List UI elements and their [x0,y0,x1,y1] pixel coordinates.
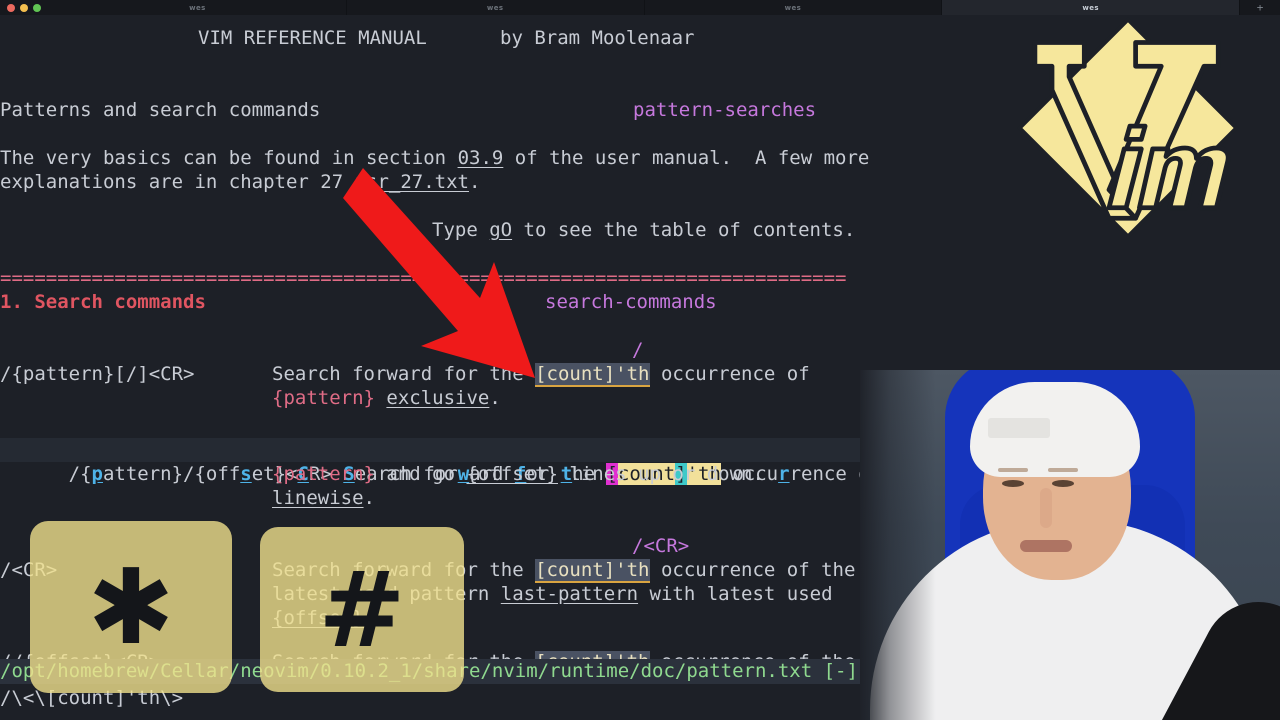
doc-intro-line-2: explanations are in chapter 27 usr_27.tx… [0,170,480,194]
terminal-tab-3[interactable]: wes [644,0,943,15]
window-tab-bar: wes wes wes wes + [0,0,1280,15]
doc-section-title: Patterns and search commands [0,98,320,122]
doc-heading-1-tag: search-commands [545,290,717,314]
toc-post: to see the table of contents. [512,219,856,241]
entry-1-cont-space [375,387,386,409]
intro-2-ref-usr-27[interactable]: usr_27.txt [355,171,469,193]
entry-2-cont: {pattern} and go {offset} lines up or do… [272,462,764,486]
entry-3-tag: /<CR> [632,534,689,558]
entry-2-pattern-token: {pattern} [272,463,375,485]
entry-3-tag-text: /<CR> [632,535,690,557]
flash-hint-s[interactable]: s [240,463,251,485]
entry-1-lhs-text: /{pattern}[/]<CR> [0,363,195,385]
close-window-button[interactable] [7,3,15,12]
entry-2-cont2-end: . [363,487,375,509]
terminal-tab-4-active[interactable]: wes [942,0,1240,15]
entry-2-cont-2: linewise. [272,486,375,510]
doc-header-author: by Bram Moolenaar [500,27,695,49]
toc-ref-gO[interactable]: gO [489,219,512,241]
hash-icon: # [318,548,406,671]
intro-1-ref-03-9[interactable]: 03.9 [458,147,504,169]
terminal-tab-1[interactable]: wes [49,0,347,15]
intro-2-pre: explanations are in chapter 27 [0,171,355,193]
flash-hint-r[interactable]: r [778,463,789,485]
entry-1-cont-end: . [489,387,501,409]
entry-2-lhs-mid1: attern}/{off [102,463,241,485]
entry-1-desc-pre: Search forward for the [272,363,536,385]
keycap-asterisk: ✱ [30,521,232,693]
doc-section-rule-text: ========================================… [0,267,847,289]
doc-header-title: VIM REFERENCE MANUAL [198,27,427,49]
entry-1-pattern-token: {pattern} [272,387,375,409]
doc-section-title-text: Patterns and search commands [0,99,321,121]
entry-1-cont: {pattern} exclusive. [272,386,501,410]
entry-3-cont-post: with latest used [638,583,833,605]
entry-3-ref-last-pattern[interactable]: last-pattern [501,583,638,605]
doc-toc-hint: Type gO to see the table of contents. [432,218,855,242]
doc-heading-1-text: 1. Search commands [0,291,206,313]
new-tab-button[interactable]: + [1240,0,1280,15]
doc-section-tag-text: pattern-searches [633,99,817,121]
entry-1-lhs: /{pattern}[/]<CR> [0,362,194,386]
doc-intro-line-1: The very basics can be found in section … [0,146,869,170]
entry-2-desc-6: rence o [789,463,870,485]
entry-1-desc-post: occurrence of [649,363,810,385]
entry-2-lhs-pre: /{ [68,463,92,485]
doc-heading-1: 1. Search commands [0,290,206,314]
entry-3-desc-post: occurrence of the [649,559,856,581]
maximize-window-button[interactable] [33,3,41,12]
doc-heading-1-tag-text: search-commands [545,291,717,313]
intro-1-post: of the user manual. A few more [503,147,870,169]
doc-header-author-line: by Bram Moolenaar [500,26,694,50]
intro-1-pre: The very basics can be found in section [0,147,458,169]
entry-2-cont-end: lines up or down. [557,463,764,485]
entry-2-ref-offset[interactable]: {offset} [466,463,558,485]
keycap-hash: # [260,527,464,692]
entry-2-cont-mid: and go [374,463,467,485]
intro-2-post: . [469,171,481,193]
doc-section-rule: ========================================… [0,266,846,290]
entry-1-desc: Search forward for the [count]'th occurr… [272,362,810,387]
toc-pre: Type [432,219,490,241]
entry-1-tag-text: / [632,339,644,361]
entry-2-ref-linewise[interactable]: linewise [272,487,364,509]
terminal-window: wes wes wes wes + VIM REFERENCE MANUAL b… [0,0,1280,720]
entry-1-tag: / [632,338,643,362]
webcam-edge-fade [860,370,1280,720]
doc-section-tag: pattern-searches [633,98,816,122]
webcam-overlay [860,370,1280,720]
search-match-highlight: [count]'th [535,559,650,583]
flash-hint-p[interactable]: p [92,463,103,485]
window-traffic-lights [0,0,49,15]
minimize-window-button[interactable] [20,3,28,12]
doc-header: VIM REFERENCE MANUAL [198,26,427,50]
search-match-highlight: [count]'th [535,363,650,387]
asterisk-icon: ✱ [87,546,175,668]
terminal-tab-2[interactable]: wes [346,0,645,15]
entry-1-ref-exclusive[interactable]: exclusive [386,387,489,409]
